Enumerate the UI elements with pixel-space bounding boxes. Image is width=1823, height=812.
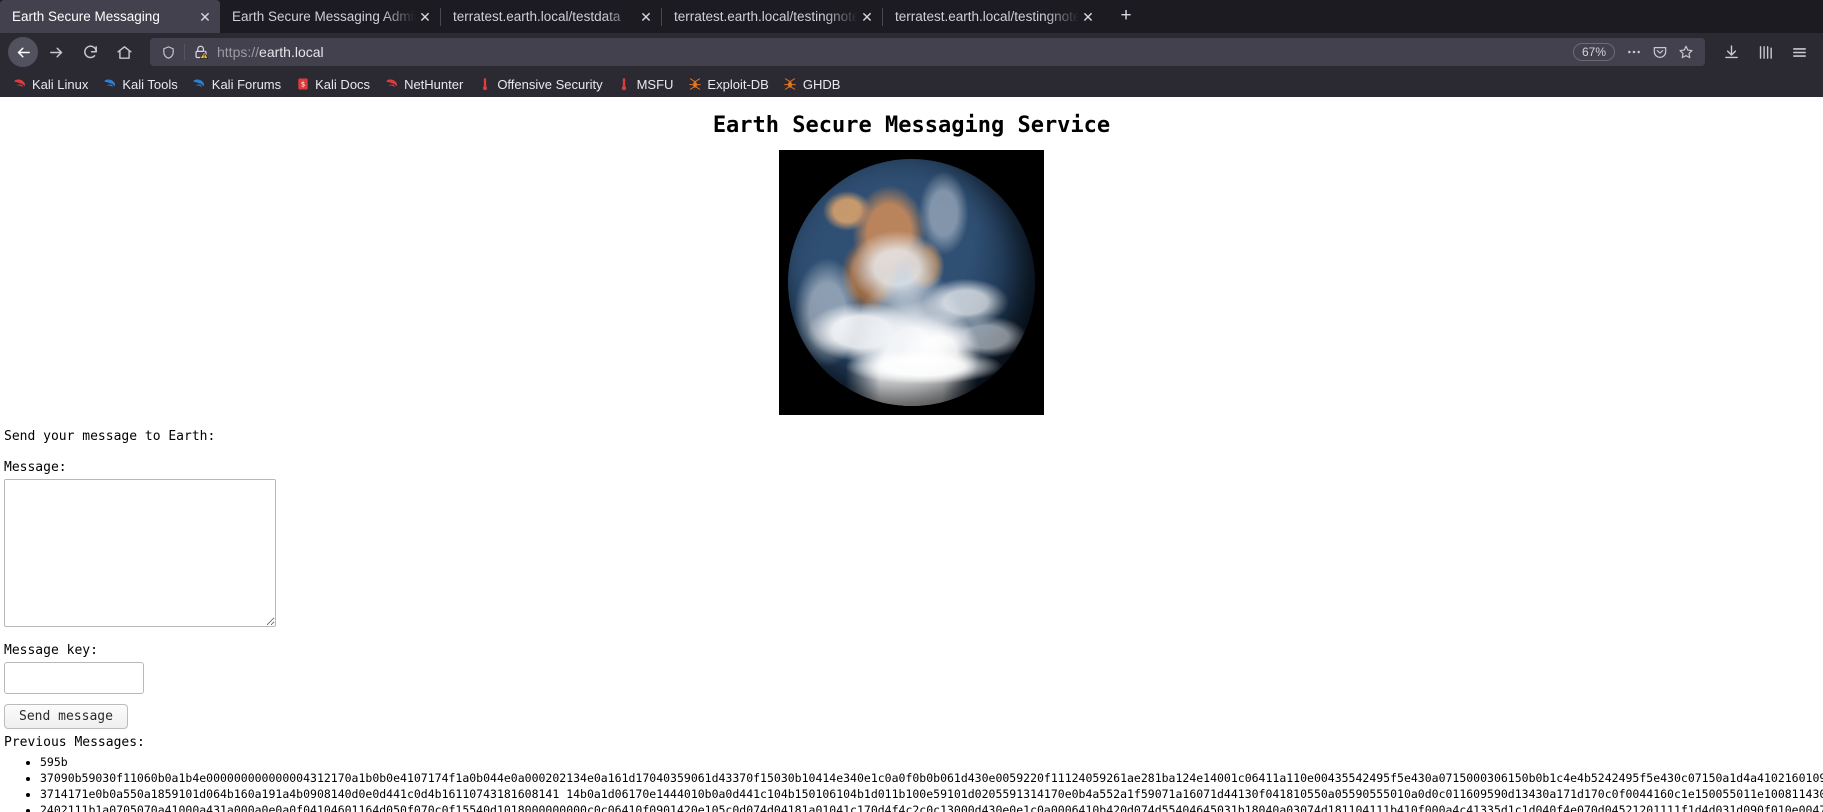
message-label: Message: <box>4 460 67 475</box>
exploit-db-icon <box>687 77 702 92</box>
bookmark-exploit-db[interactable]: Exploit-DB <box>681 75 774 94</box>
navigation-toolbar: https://earth.local 67% <box>0 33 1823 71</box>
list-item: 2402111b1a0705070a41000a431a000a0e0a0f04… <box>40 802 1823 812</box>
bookmark-nethunter[interactable]: NetHunter <box>378 75 469 94</box>
browser-tab-2[interactable]: terratest.earth.local/testdata ✕ <box>441 0 661 33</box>
url-text[interactable]: https://earth.local <box>213 44 1573 60</box>
bookmark-label: Offensive Security <box>497 76 603 92</box>
bookmark-label: GHDB <box>802 76 841 92</box>
bookmark-label: Kali Linux <box>32 76 89 92</box>
nethunter-icon <box>384 77 399 92</box>
bookmark-kali-linux[interactable]: Kali Linux <box>6 75 94 94</box>
bookmark-label: Kali Tools <box>122 76 178 92</box>
tab-title: Earth Secure Messaging <box>12 9 160 24</box>
bookmark-kali-docs[interactable]: $ Kali Docs <box>289 75 376 94</box>
address-bar[interactable]: https://earth.local 67% <box>150 38 1705 66</box>
message-input[interactable] <box>4 479 276 627</box>
bookmark-label: Kali Docs <box>315 76 371 92</box>
bookmark-offensive-security[interactable]: Offensive Security <box>471 75 608 94</box>
app-menu-icon[interactable] <box>1783 37 1815 67</box>
page-title: Earth Secure Messaging Service <box>712 113 1111 138</box>
tab-title: terratest.earth.local/testingnotes <box>895 9 1079 24</box>
tracking-protection-shield-icon[interactable] <box>156 41 180 63</box>
downloads-arrow-icon[interactable] <box>1715 37 1747 67</box>
url-scheme: https:// <box>217 44 260 60</box>
bookmark-label: Exploit-DB <box>707 76 769 92</box>
reload-icon[interactable] <box>74 37 106 67</box>
bookmark-label: MSFU <box>636 76 674 92</box>
globe-graphic <box>788 159 1035 406</box>
new-tab-button[interactable]: + <box>1111 3 1141 31</box>
bookmark-label: Kali Forums <box>211 76 282 92</box>
tab-strip: Earth Secure Messaging ✕ Earth Secure Me… <box>0 0 1823 33</box>
send-message-button[interactable]: Send message <box>4 704 128 729</box>
zoom-level-badge[interactable]: 67% <box>1572 43 1615 61</box>
bookmark-ghdb[interactable]: GHDB <box>777 75 847 94</box>
back-arrow-icon[interactable] <box>8 37 38 67</box>
previous-messages-label: Previous Messages: <box>4 735 145 750</box>
tab-close-icon[interactable]: ✕ <box>637 8 655 26</box>
browser-tab-1[interactable]: Earth Secure Messaging Admin ✕ <box>220 0 440 33</box>
offsec-icon <box>477 77 492 92</box>
message-key-label: Message key: <box>4 643 98 658</box>
bookmarks-toolbar: Kali Linux Kali Tools Kali Forums $ Kali… <box>0 71 1823 97</box>
list-item: 37090b59030f11060b0a1b4e0000000000000043… <box>40 770 1823 786</box>
message-key-input[interactable] <box>4 662 144 694</box>
urlbar-divider <box>184 44 185 60</box>
tab-close-icon[interactable]: ✕ <box>196 8 214 26</box>
ghdb-icon <box>783 77 798 92</box>
kali-dragon-icon <box>12 77 27 92</box>
tab-close-icon[interactable]: ✕ <box>416 8 434 26</box>
bookmark-label: NetHunter <box>404 76 464 92</box>
tab-close-icon[interactable]: ✕ <box>1079 8 1097 26</box>
insecure-lock-warning-icon[interactable] <box>189 41 213 63</box>
save-to-pocket-icon[interactable] <box>1647 40 1673 64</box>
list-item: 3714171e0b0a550a1859101d064b160a191a4b09… <box>40 786 1823 802</box>
previous-messages-list: 595b 37090b59030f11060b0a1b4e00000000000… <box>4 754 1823 812</box>
kali-forums-icon <box>192 77 207 92</box>
tab-title: terratest.earth.local/testdata <box>453 9 621 24</box>
earth-image-container <box>0 150 1823 419</box>
send-message-form: Send your message to Earth: Message: Mes… <box>0 429 1823 812</box>
send-heading: Send your message to Earth: <box>4 429 216 444</box>
bookmark-star-icon[interactable] <box>1673 40 1699 64</box>
browser-tab-0[interactable]: Earth Secure Messaging ✕ <box>0 0 220 33</box>
forward-arrow-icon[interactable] <box>40 37 72 67</box>
browser-tab-4[interactable]: terratest.earth.local/testingnotes ✕ <box>883 0 1103 33</box>
tab-title: terratest.earth.local/testingnotes <box>674 9 858 24</box>
tab-close-icon[interactable]: ✕ <box>858 8 876 26</box>
library-icon[interactable] <box>1749 37 1781 67</box>
browser-chrome: Earth Secure Messaging ✕ Earth Secure Me… <box>0 0 1823 97</box>
page-actions-ellipsis-icon[interactable] <box>1621 40 1647 64</box>
tab-title: Earth Secure Messaging Admin <box>232 9 416 24</box>
list-item: 595b <box>40 754 1823 770</box>
page-content: Earth Secure Messaging Service Send your… <box>0 97 1823 812</box>
browser-tab-3[interactable]: terratest.earth.local/testingnotes ✕ <box>662 0 882 33</box>
kali-tools-icon <box>102 77 117 92</box>
bookmark-msfu[interactable]: MSFU <box>611 75 680 94</box>
msfu-icon <box>617 77 632 92</box>
kali-docs-icon: $ <box>295 77 310 92</box>
earth-blue-marble-photo <box>779 150 1044 415</box>
bookmark-kali-forums[interactable]: Kali Forums <box>186 75 287 94</box>
svg-text:$: $ <box>301 80 305 88</box>
url-host: earth.local <box>259 44 324 60</box>
bookmark-kali-tools[interactable]: Kali Tools <box>96 75 183 94</box>
home-icon[interactable] <box>108 37 140 67</box>
